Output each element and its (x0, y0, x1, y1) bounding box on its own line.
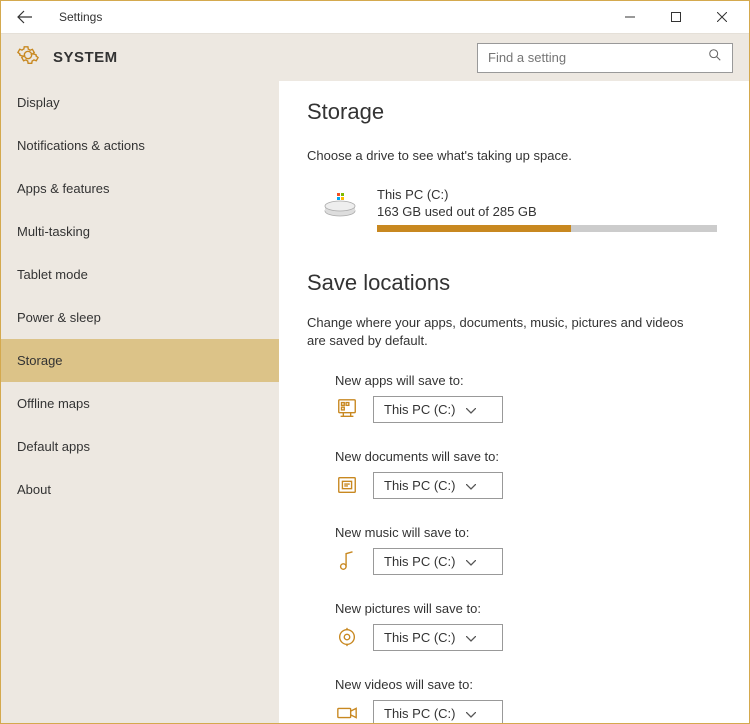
save-label-videos: New videos will save to: (335, 677, 701, 692)
save-locations-subtext: Change where your apps, documents, music… (307, 314, 701, 350)
drive-name: This PC (C:) (377, 187, 717, 202)
save-select-music-value: This PC (C:) (384, 554, 456, 569)
save-label-pictures: New pictures will save to: (335, 601, 701, 616)
save-row-videos: New videos will save to: This PC (C:) (335, 677, 701, 723)
save-select-documents-value: This PC (C:) (384, 478, 456, 493)
window-title: Settings (59, 10, 102, 24)
sidebar-item-multitasking[interactable]: Multi-tasking (1, 210, 279, 253)
save-row-pictures: New pictures will save to: This PC (C:) (335, 601, 701, 651)
save-label-documents: New documents will save to: (335, 449, 701, 464)
drive-row[interactable]: This PC (C:) 163 GB used out of 285 GB (323, 187, 701, 232)
sidebar-item-about[interactable]: About (1, 468, 279, 511)
drive-bar (377, 225, 717, 232)
close-button[interactable] (699, 1, 745, 33)
save-row-apps: New apps will save to: This PC (C:) (335, 373, 701, 423)
save-select-videos-value: This PC (C:) (384, 706, 456, 721)
gear-icon (17, 44, 39, 71)
save-label-music: New music will save to: (335, 525, 701, 540)
sidebar-item-default-apps[interactable]: Default apps (1, 425, 279, 468)
page-title: Storage (307, 99, 701, 125)
header: SYSTEM (1, 33, 749, 81)
save-select-documents[interactable]: This PC (C:) (373, 472, 503, 499)
drive-icon (323, 191, 357, 221)
save-select-music[interactable]: This PC (C:) (373, 548, 503, 575)
titlebar: Settings (1, 1, 749, 33)
music-icon (335, 549, 359, 573)
documents-icon (335, 473, 359, 497)
content: Storage Choose a drive to see what's tak… (279, 81, 749, 723)
sidebar-item-storage[interactable]: Storage (1, 339, 279, 382)
sidebar-item-power[interactable]: Power & sleep (1, 296, 279, 339)
drive-bar-fill (377, 225, 571, 232)
chevron-down-icon (466, 478, 476, 493)
search-box[interactable] (477, 43, 733, 73)
save-select-apps[interactable]: This PC (C:) (373, 396, 503, 423)
search-input[interactable] (488, 50, 708, 65)
back-button[interactable] (5, 1, 45, 33)
chevron-down-icon (466, 630, 476, 645)
save-row-documents: New documents will save to: This PC (C:) (335, 449, 701, 499)
save-locations-title: Save locations (307, 270, 701, 296)
chevron-down-icon (466, 706, 476, 721)
apps-icon (335, 397, 359, 421)
sidebar: Display Notifications & actions Apps & f… (1, 81, 279, 723)
minimize-button[interactable] (607, 1, 653, 33)
pictures-icon (335, 625, 359, 649)
save-select-pictures[interactable]: This PC (C:) (373, 624, 503, 651)
save-select-videos[interactable]: This PC (C:) (373, 700, 503, 723)
save-row-music: New music will save to: This PC (C:) (335, 525, 701, 575)
drive-usage: 163 GB used out of 285 GB (377, 204, 717, 219)
sidebar-item-offline-maps[interactable]: Offline maps (1, 382, 279, 425)
storage-subtext: Choose a drive to see what's taking up s… (307, 147, 701, 165)
chevron-down-icon (466, 402, 476, 417)
sidebar-item-apps[interactable]: Apps & features (1, 167, 279, 210)
save-select-apps-value: This PC (C:) (384, 402, 456, 417)
save-select-pictures-value: This PC (C:) (384, 630, 456, 645)
sidebar-item-notifications[interactable]: Notifications & actions (1, 124, 279, 167)
videos-icon (335, 701, 359, 723)
chevron-down-icon (466, 554, 476, 569)
search-icon (708, 48, 722, 67)
maximize-button[interactable] (653, 1, 699, 33)
sidebar-item-display[interactable]: Display (1, 81, 279, 124)
sidebar-item-tablet[interactable]: Tablet mode (1, 253, 279, 296)
header-title: SYSTEM (53, 49, 118, 66)
save-label-apps: New apps will save to: (335, 373, 701, 388)
